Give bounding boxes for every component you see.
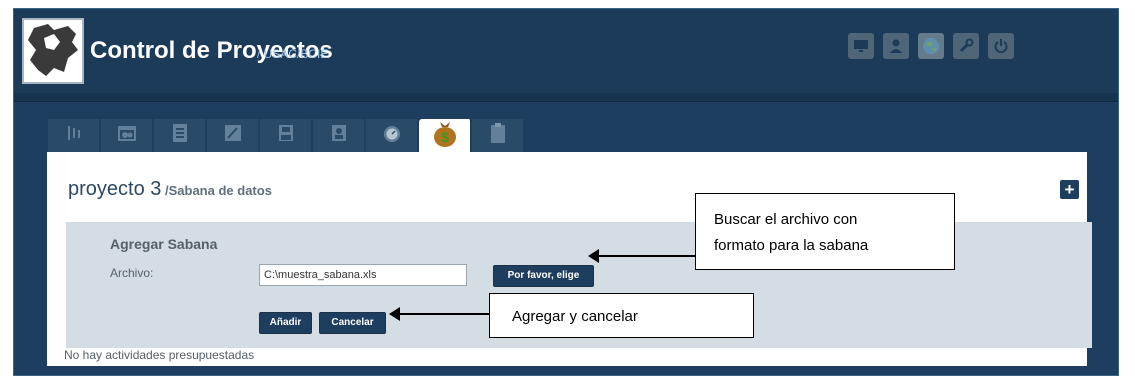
browse-arrow-head: [588, 249, 599, 263]
toolbar: [848, 33, 1014, 59]
project-name: proyecto 3: [68, 178, 162, 200]
globe-icon[interactable]: [918, 33, 944, 59]
header-divider: [14, 93, 1118, 102]
clipboard-list-icon: [171, 122, 189, 149]
form-title: Agregar Sabana: [110, 236, 218, 252]
tab-save[interactable]: [260, 119, 313, 152]
calendar-icon: [116, 123, 138, 148]
browse-callout: Buscar el archivo con formato para la sa…: [695, 193, 955, 270]
person-badge-icon: [330, 123, 348, 148]
stopwatch-icon: [381, 122, 403, 149]
edit-note-icon: [223, 123, 243, 148]
tab-stopwatch[interactable]: [366, 119, 419, 152]
actions-callout: Agregar y cancelar: [489, 293, 754, 338]
tab-clipboard-list[interactable]: [154, 119, 207, 152]
actions-arrow: [389, 307, 490, 321]
cancel-button[interactable]: Cancelar: [319, 312, 386, 334]
tab-calendar[interactable]: [101, 119, 154, 152]
browse-callout-line1: Buscar el archivo con: [714, 211, 858, 228]
no-activities-text: No hay actividades presupuestadas: [64, 348, 255, 362]
file-label: Archivo:: [110, 266, 154, 280]
page-subtitle: /Sabana de datos: [161, 183, 272, 198]
file-path-input[interactable]: [259, 264, 467, 286]
tab-timeline[interactable]: [48, 119, 101, 152]
top-header: Control de Proyectos / USAC/BCIE: [14, 9, 1118, 93]
app-subtitle: / USAC/BCIE: [257, 47, 329, 61]
map-logo-icon: [22, 18, 84, 84]
svg-text:$: $: [441, 129, 449, 145]
browse-arrow: [588, 249, 696, 263]
save-disk-icon: [277, 123, 295, 148]
tab-budget[interactable]: $: [419, 119, 472, 152]
wrench-icon[interactable]: [953, 33, 979, 59]
tab-person[interactable]: [313, 119, 366, 152]
money-bag-icon: $: [431, 118, 459, 153]
actions-callout-text: Agregar y cancelar: [512, 308, 638, 325]
actions-arrow-head: [389, 307, 400, 321]
user-icon[interactable]: [883, 33, 909, 59]
module-tabs: $: [48, 119, 525, 152]
add-plus-button[interactable]: +: [1060, 180, 1079, 199]
clipboard-icon: [488, 121, 508, 150]
plus-icon: +: [1064, 180, 1075, 199]
page-title: proyecto 3 /Sabana de datos: [68, 178, 272, 201]
timeline-icon: [65, 124, 83, 147]
tab-clipboard[interactable]: [472, 119, 525, 152]
add-button[interactable]: Añadir: [259, 312, 312, 334]
power-icon[interactable]: [988, 33, 1014, 59]
browse-callout-line2: formato para la sabana: [714, 237, 869, 254]
tab-edit-note[interactable]: [207, 119, 260, 152]
monitor-icon[interactable]: [848, 33, 874, 59]
browse-file-button[interactable]: Por favor, elige: [493, 265, 594, 287]
